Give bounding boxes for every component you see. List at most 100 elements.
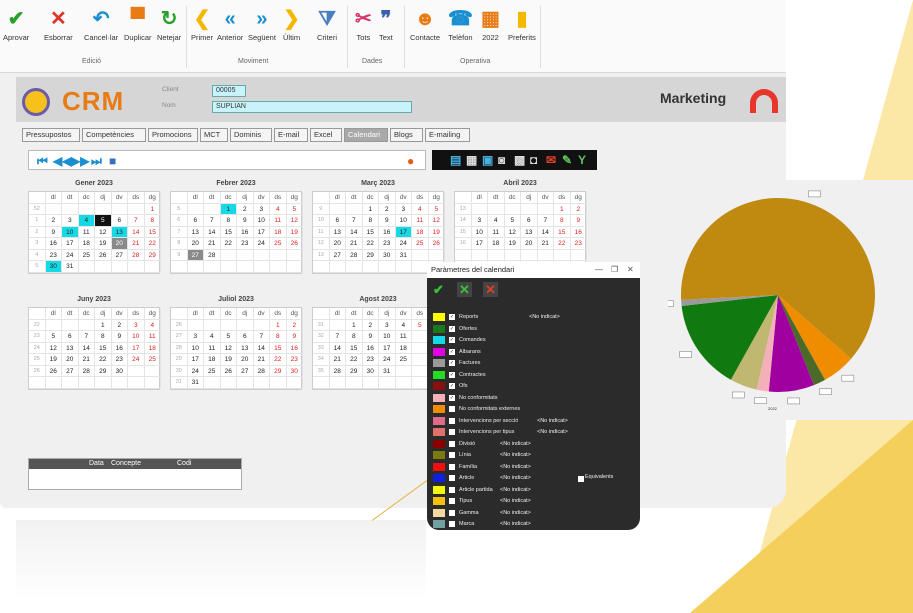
day-cell[interactable]: 4 [78, 215, 95, 227]
day-cell[interactable]: 28 [128, 249, 145, 261]
day-cell[interactable]: 2 [45, 215, 62, 227]
day-cell[interactable]: 7 [537, 215, 554, 227]
day-cell[interactable]: 30 [111, 365, 128, 377]
day-cell[interactable]: 25 [144, 354, 161, 366]
day-cell[interactable]: 15 [220, 226, 237, 238]
day-cell[interactable]: 22 [220, 238, 237, 250]
param-value[interactable]: <No indicat> [500, 473, 531, 483]
calendar-button[interactable]: ▦ 2022 [481, 8, 500, 42]
tools-icon[interactable]: ✎ [562, 153, 572, 167]
day-cell[interactable]: 23 [237, 238, 254, 250]
day-cell[interactable]: 18 [395, 342, 412, 354]
day-cell[interactable]: 10 [395, 215, 412, 227]
color-swatch[interactable] [433, 347, 445, 356]
day-cell[interactable]: 18 [144, 342, 161, 354]
day-cell[interactable]: 18 [78, 238, 95, 250]
day-cell[interactable]: 15 [95, 342, 112, 354]
color-swatch[interactable] [433, 497, 445, 505]
day-cell[interactable]: 7 [346, 215, 363, 227]
last-year-icon[interactable]: ⏭ [91, 154, 102, 169]
day-cell[interactable]: 3 [379, 319, 396, 331]
color-swatch[interactable] [433, 382, 445, 390]
day-cell[interactable]: 1 [362, 203, 379, 215]
day-cell[interactable]: 26 [286, 238, 303, 250]
day-cell[interactable]: 9 [286, 331, 303, 343]
day-cell[interactable]: 6 [187, 215, 204, 227]
day-cell[interactable]: 14 [537, 226, 554, 238]
date-badge-icon[interactable]: ● [407, 154, 414, 168]
day-cell[interactable]: 21 [253, 354, 270, 366]
day-cell[interactable]: 22 [346, 354, 363, 366]
day-cell[interactable]: 11 [144, 331, 161, 343]
day-cell[interactable]: 11 [78, 226, 95, 238]
param-value[interactable]: <No indicat> [500, 496, 531, 506]
day-cell[interactable]: 23 [362, 354, 379, 366]
day-cell[interactable]: 3 [395, 203, 412, 215]
param-checkbox[interactable] [449, 440, 455, 447]
day-cell[interactable]: 16 [286, 342, 303, 354]
param-checkbox[interactable] [449, 498, 455, 504]
param-value[interactable]: <No indicat> [537, 416, 568, 426]
day-cell[interactable]: 31 [62, 261, 79, 273]
day-cell[interactable]: 9 [45, 226, 62, 238]
day-cell[interactable]: 28 [329, 365, 346, 377]
param-checkbox[interactable] [449, 417, 455, 424]
day-cell[interactable]: 9 [379, 215, 396, 227]
param-checkbox[interactable]: ✓ [449, 394, 455, 401]
param-checkbox[interactable]: ✓ [449, 383, 455, 389]
client-field[interactable]: 00005 [212, 85, 246, 97]
day-cell[interactable]: 25 [270, 238, 287, 250]
filter-button[interactable]: ⧩ Criteri [317, 8, 337, 42]
tab-8[interactable]: Blogs [390, 128, 423, 142]
day-cell[interactable]: 17 [379, 342, 396, 354]
day-cell[interactable]: 30 [45, 261, 62, 273]
param-value[interactable]: <No indicat> [500, 519, 531, 529]
param-checkbox[interactable] [449, 486, 455, 493]
day-cell[interactable]: 28 [78, 365, 95, 377]
day-cell[interactable]: 19 [45, 354, 62, 366]
day-cell[interactable]: 20 [111, 238, 128, 250]
day-cell[interactable]: 13 [237, 342, 254, 354]
day-cell[interactable]: 12 [45, 342, 62, 354]
day-cell[interactable]: 25 [395, 354, 412, 366]
param-value[interactable]: <No indicat> [500, 439, 531, 449]
day-cell[interactable]: 18 [412, 226, 429, 238]
param-value[interactable]: <No indicat> [529, 312, 560, 322]
day-cell[interactable]: 9 [362, 331, 379, 343]
next-button[interactable]: » Següent [248, 8, 276, 42]
day-cell[interactable]: 16 [570, 226, 587, 238]
day-cell[interactable]: 20 [521, 238, 538, 250]
day-cell[interactable]: 18 [204, 354, 221, 366]
day-cell[interactable]: 22 [362, 238, 379, 250]
day-cell[interactable]: 3 [471, 215, 488, 227]
day-cell[interactable]: 5 [504, 215, 521, 227]
day-cell[interactable]: 5 [95, 215, 112, 227]
day-cell[interactable]: 23 [379, 238, 396, 250]
day-cell[interactable]: 21 [204, 238, 221, 250]
day-cell[interactable]: 18 [270, 226, 287, 238]
scissors-button[interactable]: ✂ Tots [355, 8, 372, 42]
day-cell[interactable]: 1 [95, 319, 112, 331]
tab-1[interactable]: Competències [82, 128, 146, 142]
day-cell[interactable]: 22 [95, 354, 112, 366]
close-icon[interactable]: ✕ [627, 262, 634, 278]
minimize-icon[interactable]: — [595, 262, 603, 278]
color-swatch[interactable] [433, 451, 445, 459]
grid-icon[interactable]: ▦ [466, 153, 477, 167]
cancel-icon[interactable]: ✕ [457, 282, 472, 297]
param-checkbox[interactable]: ✓ [449, 325, 455, 332]
day-cell[interactable]: 12 [220, 342, 237, 354]
day-cell[interactable]: 12 [504, 226, 521, 238]
day-cell[interactable]: 7 [253, 331, 270, 343]
color-swatch[interactable] [433, 485, 445, 494]
day-cell[interactable]: 26 [95, 249, 112, 261]
day-cell[interactable]: 15 [346, 342, 363, 354]
save-icon[interactable]: ▣ [482, 153, 493, 167]
day-cell[interactable]: 7 [128, 215, 145, 227]
bar-chart-button[interactable]: ▮ Preferits [508, 8, 536, 42]
day-cell[interactable]: 17 [62, 238, 79, 250]
day-cell[interactable]: 30 [362, 365, 379, 377]
day-cell[interactable]: 20 [329, 238, 346, 250]
day-cell[interactable]: 11 [270, 215, 287, 227]
day-cell[interactable]: 29 [362, 249, 379, 261]
